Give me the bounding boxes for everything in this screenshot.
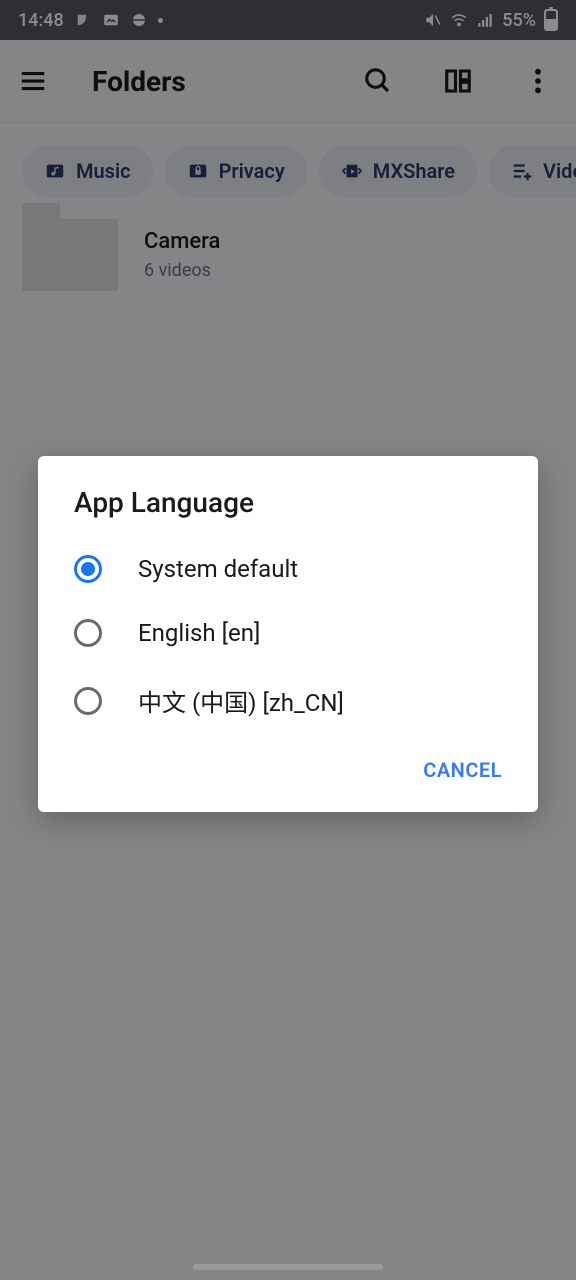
language-dialog: App Language System default English [en]… bbox=[38, 456, 538, 812]
radio-option-english[interactable]: English [en] bbox=[38, 601, 538, 665]
radio-label: English [en] bbox=[138, 619, 260, 647]
dialog-title: App Language bbox=[38, 486, 538, 537]
radio-label: 中文 (中国) [zh_CN] bbox=[138, 683, 344, 718]
radio-option-chinese[interactable]: 中文 (中国) [zh_CN] bbox=[38, 665, 538, 736]
nav-handle[interactable] bbox=[193, 1264, 383, 1270]
dialog-actions: CANCEL bbox=[38, 736, 538, 792]
cancel-button[interactable]: CANCEL bbox=[423, 758, 502, 782]
radio-label: System default bbox=[138, 555, 298, 583]
radio-icon bbox=[74, 619, 102, 647]
radio-icon bbox=[74, 555, 102, 583]
screen: 14:48 55% bbox=[0, 0, 576, 1280]
radio-icon bbox=[74, 687, 102, 715]
radio-option-system-default[interactable]: System default bbox=[38, 537, 538, 601]
